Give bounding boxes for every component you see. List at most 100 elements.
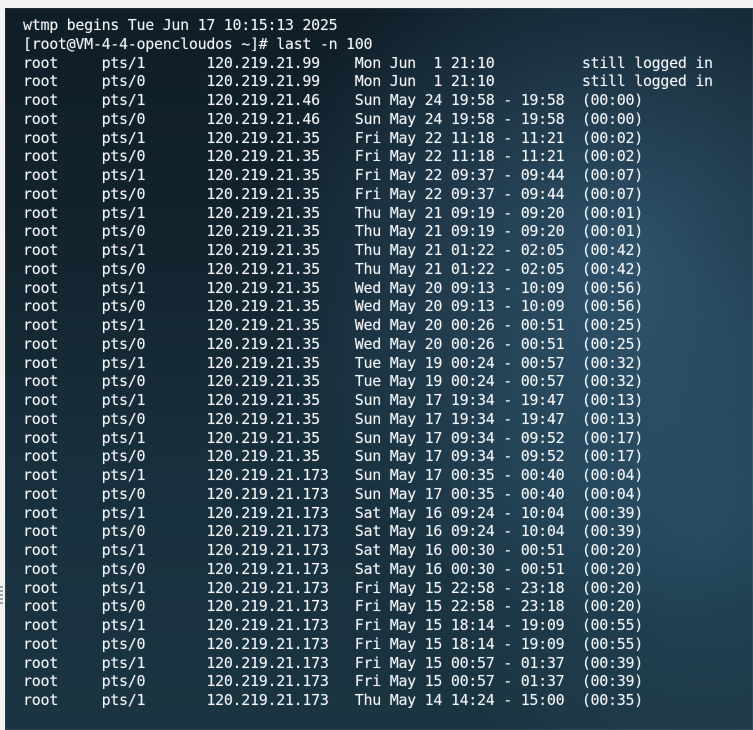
record-duration: (00:01) <box>581 222 643 241</box>
record-duration: (00:55) <box>581 616 643 634</box>
record-sep: - <box>503 522 521 541</box>
login-record-row: root pts/1 120.219.21.35 Fri May 22 11:1… <box>23 129 713 148</box>
record-tty: pts/0 <box>101 597 207 616</box>
record-login: Thu May 21 01:22 <box>354 259 504 278</box>
login-record-row: root pts/1 120.219.21.35 Wed May 20 09:1… <box>23 279 713 298</box>
record-sep: - <box>503 109 521 128</box>
login-record-row: root pts/1 120.219.21.35 Sun May 17 09:3… <box>23 429 713 448</box>
record-tty: pts/1 <box>101 578 207 597</box>
record-login: Fri May 15 18:14 <box>354 634 504 653</box>
login-record-row: root pts/1 120.219.21.35 Thu May 21 09:1… <box>23 204 713 223</box>
login-record-row: root pts/1 120.219.21.35 Thu May 21 01:2… <box>23 241 713 260</box>
record-logout: 09:20 <box>520 203 582 222</box>
record-sep: - <box>503 184 521 203</box>
record-duration: (00:25) <box>581 334 643 353</box>
login-record-row: root pts/0 120.219.21.173 Sun May 17 00:… <box>23 485 713 504</box>
record-duration: (00:17) <box>581 428 643 447</box>
record-logout: 00:51 <box>520 559 582 578</box>
login-record-row: root pts/0 120.219.21.173 Fri May 15 18:… <box>23 635 713 654</box>
record-user: root <box>23 616 102 634</box>
record-tty: pts/1 <box>101 541 207 559</box>
record-login: Wed May 20 09:13 <box>354 278 504 297</box>
record-login: Sun May 17 19:34 <box>354 409 504 428</box>
record-sep: - <box>503 297 521 316</box>
record-tty: pts/1 <box>101 241 207 259</box>
record-sep: - <box>503 541 521 559</box>
record-login: Mon Jun 1 21:10 <box>354 72 504 91</box>
login-record-row: root pts/1 120.219.21.173 Fri May 15 22:… <box>23 579 713 598</box>
record-tty: pts/0 <box>101 409 207 428</box>
login-record-row: root pts/1 120.219.21.35 Wed May 20 00:2… <box>23 316 713 335</box>
record-user: root <box>23 634 102 653</box>
record-host: 120.219.21.35 <box>206 222 355 241</box>
record-login: Wed May 20 09:13 <box>354 297 504 316</box>
record-login: Fri May 15 00:57 <box>354 672 504 691</box>
record-tty: pts/0 <box>101 672 207 691</box>
record-host: 120.219.21.173 <box>206 597 355 616</box>
record-logout: 19:09 <box>520 616 582 634</box>
record-logout: 23:18 <box>520 597 582 616</box>
record-login: Fri May 15 22:58 <box>354 578 504 597</box>
command-prompt-line: [root@VM-4-4-opencloudos ~]# last -n 100 <box>23 34 373 53</box>
record-duration: (00:07) <box>581 166 643 184</box>
record-sep: - <box>503 147 521 166</box>
record-user: root <box>23 691 102 709</box>
login-record-row: root pts/1 120.219.21.35 Sun May 17 19:3… <box>23 391 713 410</box>
terminal-output[interactable]: wtmp begins Tue Jun 17 10:15:13 2025 [roo… <box>23 16 713 710</box>
record-sep: - <box>503 484 521 503</box>
record-tty: pts/0 <box>101 334 207 353</box>
record-host: 120.219.21.173 <box>206 522 355 541</box>
record-login: Tue May 19 00:24 <box>354 372 504 391</box>
record-user: root <box>23 409 102 428</box>
record-logout: 09:44 <box>520 184 582 203</box>
record-sep: - <box>503 578 521 597</box>
record-duration: (00:39) <box>581 503 643 522</box>
record-user: root <box>23 428 102 447</box>
record-duration: (00:00) <box>581 109 643 128</box>
record-login: Fri May 15 22:58 <box>354 597 504 616</box>
record-duration: (00:55) <box>581 634 643 653</box>
record-duration: (00:25) <box>581 316 643 334</box>
record-user: root <box>23 166 102 184</box>
record-duration: (00:39) <box>581 522 643 541</box>
record-duration: (00:13) <box>581 391 643 409</box>
record-user: root <box>23 559 102 578</box>
login-records: root pts/1 120.219.21.99 Mon Jun 1 21:10… <box>23 54 713 710</box>
record-logout: 00:51 <box>520 334 582 353</box>
record-host: 120.219.21.35 <box>206 297 355 316</box>
record-sep: - <box>503 241 521 259</box>
terminal-window[interactable]: wtmp begins Tue Jun 17 10:15:13 2025 [roo… <box>5 8 753 730</box>
login-record-row: root pts/0 120.219.21.173 Fri May 15 22:… <box>23 597 713 616</box>
record-sep: - <box>503 428 521 447</box>
record-host: 120.219.21.173 <box>206 634 355 653</box>
record-login: Sat May 16 00:30 <box>354 559 504 578</box>
login-record-row: root pts/0 120.219.21.46 Sun May 24 19:5… <box>23 110 713 129</box>
record-tty: pts/1 <box>101 91 207 109</box>
record-logout: 10:04 <box>520 522 582 541</box>
record-login: Sun May 17 19:34 <box>354 391 504 409</box>
record-host: 120.219.21.35 <box>206 147 355 166</box>
record-sep: - <box>503 334 521 353</box>
login-record-row: root pts/0 120.219.21.35 Wed May 20 09:1… <box>23 297 713 316</box>
record-logout: 19:58 <box>520 109 582 128</box>
record-duration: (00:07) <box>581 184 643 203</box>
record-sep <box>503 72 520 90</box>
login-record-row: root pts/1 120.219.21.46 Sun May 24 19:5… <box>23 91 713 110</box>
record-host: 120.219.21.35 <box>206 203 355 222</box>
login-record-row: root pts/0 120.219.21.35 Thu May 21 09:1… <box>23 222 713 241</box>
record-tty: pts/0 <box>101 559 207 578</box>
record-login: Sun May 17 00:35 <box>354 484 504 503</box>
record-tty: pts/1 <box>101 316 207 334</box>
record-host: 120.219.21.35 <box>206 391 355 409</box>
login-record-row: root pts/1 120.219.21.35 Tue May 19 00:2… <box>23 354 713 373</box>
record-host: 120.219.21.99 <box>206 72 355 91</box>
record-login: Thu May 21 01:22 <box>354 241 504 259</box>
record-logout: 10:09 <box>520 297 582 316</box>
record-logout <box>521 54 582 72</box>
record-duration: (00:32) <box>581 353 643 372</box>
record-logout: 00:51 <box>520 316 582 334</box>
record-sep: - <box>503 128 521 147</box>
record-tty: pts/0 <box>101 184 207 203</box>
record-host: 120.219.21.46 <box>206 109 355 128</box>
login-record-row: root pts/0 120.219.21.35 Sun May 17 19:3… <box>23 410 713 429</box>
